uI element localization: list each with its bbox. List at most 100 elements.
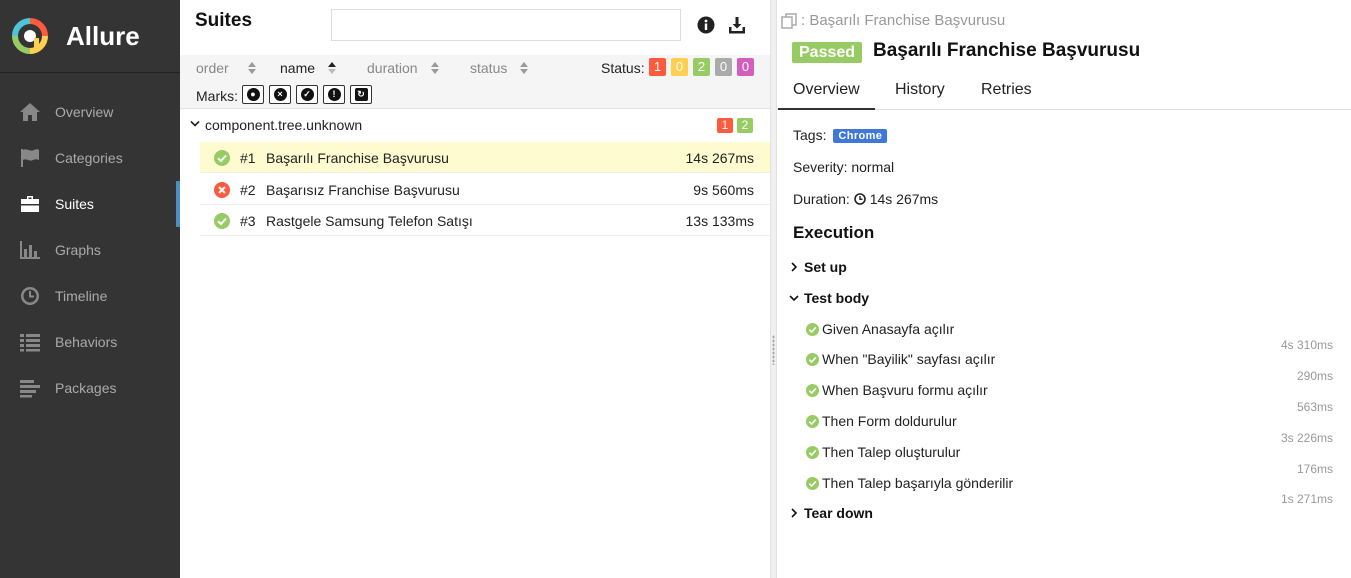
suite-group-name: component.tree.unknown (205, 117, 363, 133)
duration-value: 14s 267ms (869, 191, 939, 207)
sort-icon (247, 62, 256, 74)
step-row[interactable]: When "Bayilik" sayfası açılır (806, 351, 995, 367)
tags-row: Tags: Chrome (793, 127, 888, 143)
sort-by-duration[interactable]: duration (367, 60, 439, 76)
info-icon[interactable] (697, 16, 715, 34)
mark-flaky-toggle[interactable]: ● (242, 85, 264, 104)
step-duration: 3s 226ms (1280, 431, 1333, 445)
copy-icon[interactable] (781, 12, 797, 29)
passed-status-icon (214, 150, 230, 166)
bar-chart-icon (18, 240, 42, 260)
splitter-grip-icon[interactable] (772, 335, 775, 365)
step-duration: 176ms (1296, 462, 1333, 476)
sidebar-item-graphs[interactable]: Graphs (0, 227, 180, 273)
step-row[interactable]: When Başvuru formu açılır (806, 382, 988, 398)
tab-retries[interactable]: Retries (981, 81, 1032, 99)
teardown-label: Tear down (804, 505, 873, 521)
test-number: #2 (240, 182, 256, 198)
suite-group[interactable]: component.tree.unknown 1 2 (180, 110, 770, 140)
tab-history[interactable]: History (895, 81, 945, 99)
sort-by-status[interactable]: status (470, 60, 529, 76)
sidebar-item-overview[interactable]: Overview (0, 89, 180, 135)
passed-status-icon (806, 476, 819, 490)
sort-by-name[interactable]: name (280, 60, 337, 76)
mark-new-failed-toggle[interactable]: × (269, 85, 291, 104)
test-title: Başarılı Franchise Başvurusu (873, 40, 1141, 61)
setup-section-toggle[interactable]: Set up (789, 259, 847, 275)
tag-badge: Chrome (833, 129, 888, 143)
refresh-icon: ↻ (354, 88, 368, 101)
sidebar: Allure Overview Categories Suites Graphs… (0, 0, 180, 578)
sort-icon (328, 62, 337, 74)
search-input[interactable] (331, 9, 681, 41)
check-circle-icon: ✓ (300, 88, 314, 101)
step-duration: 563ms (1296, 400, 1333, 414)
breadcrumb: : Başarılı Franchise Başvurusu (781, 12, 1005, 29)
step-row[interactable]: Given Anasayfa açılır (806, 321, 954, 337)
status-failed-toggle[interactable]: 1 (649, 58, 666, 76)
sidebar-item-packages[interactable]: Packages (0, 365, 180, 411)
status-skipped-toggle[interactable]: 0 (715, 58, 732, 76)
test-number: #3 (240, 213, 256, 229)
bomb-icon: ● (246, 88, 260, 101)
passed-status-icon (806, 445, 819, 459)
step-name: Given Anasayfa açılır (822, 321, 955, 337)
sidebar-item-categories[interactable]: Categories (0, 135, 180, 181)
duration-row: Duration: 14s 267ms (793, 191, 938, 207)
download-icon[interactable] (728, 16, 746, 34)
times-circle-icon: × (273, 88, 287, 101)
sort-label: status (470, 60, 508, 76)
sort-by-order[interactable]: order (196, 60, 256, 76)
test-row[interactable]: #1 Başarılı Franchise Başvurusu 14s 267m… (200, 142, 770, 173)
test-name: Başarılı Franchise Başvurusu (266, 150, 449, 166)
clock-icon (853, 193, 866, 205)
exclamation-circle-icon: ! (327, 88, 341, 101)
pane-splitter[interactable] (770, 0, 777, 578)
step-name: When Başvuru formu açılır (822, 382, 988, 398)
sidebar-item-label: Packages (55, 380, 117, 396)
status-unknown-toggle[interactable]: 0 (737, 58, 754, 76)
sidebar-item-label: Behaviors (55, 334, 118, 350)
sidebar-nav: Overview Categories Suites Graphs Timeli… (0, 73, 180, 411)
test-row[interactable]: #2 Başarısız Franchise Başvurusu 9s 560m… (200, 174, 770, 205)
group-passed-count: 2 (737, 118, 753, 133)
sidebar-item-suites[interactable]: Suites (0, 181, 180, 227)
passed-status-icon (806, 322, 819, 336)
step-row[interactable]: Then Talep oluşturulur (806, 444, 960, 460)
brand[interactable]: Allure (0, 0, 180, 73)
sidebar-item-label: Categories (55, 150, 123, 166)
passed-status-icon (806, 414, 819, 428)
clock-icon (18, 286, 42, 306)
passed-status-icon (214, 213, 230, 229)
sidebar-item-behaviors[interactable]: Behaviors (0, 319, 180, 365)
align-left-icon (18, 378, 42, 398)
sidebar-item-timeline[interactable]: Timeline (0, 273, 180, 319)
passed-status-icon (806, 352, 819, 366)
breadcrumb-text: : Başarılı Franchise Başvurusu (801, 12, 1006, 29)
mark-retries-toggle[interactable]: ↻ (350, 85, 372, 104)
status-filter-label: Status: (601, 60, 645, 76)
chevron-down-icon (789, 295, 799, 302)
tab-overview[interactable]: Overview (778, 81, 875, 110)
step-name: Then Talep oluşturulur (822, 444, 961, 460)
duration-label: Duration: (793, 191, 850, 207)
sidebar-item-label: Suites (55, 196, 94, 212)
execution-heading: Execution (793, 223, 875, 242)
test-duration: 9s 560ms (693, 182, 754, 198)
failed-status-icon (214, 182, 230, 198)
step-name: When "Bayilik" sayfası açılır (822, 351, 996, 367)
teardown-section-toggle[interactable]: Tear down (789, 505, 873, 521)
test-number: #1 (240, 150, 256, 166)
sort-toolbar: order name duration status Status: 1 0 2… (180, 55, 770, 109)
mark-new-broken-toggle[interactable]: ! (323, 85, 345, 104)
step-row[interactable]: Then Talep başarıyla gönderilir (806, 475, 1013, 491)
mark-new-passed-toggle[interactable]: ✓ (296, 85, 318, 104)
briefcase-icon (18, 194, 42, 214)
test-body-section-toggle[interactable]: Test body (789, 290, 869, 306)
status-passed-toggle[interactable]: 2 (693, 58, 710, 76)
test-row[interactable]: #3 Rastgele Samsung Telefon Satışı 13s 1… (200, 205, 770, 236)
step-row[interactable]: Then Form doldurulur (806, 413, 957, 429)
status-broken-toggle[interactable]: 0 (671, 58, 688, 76)
sort-label: name (280, 60, 316, 76)
test-details-pane: : Başarılı Franchise Başvurusu Passed Ba… (777, 0, 1351, 578)
